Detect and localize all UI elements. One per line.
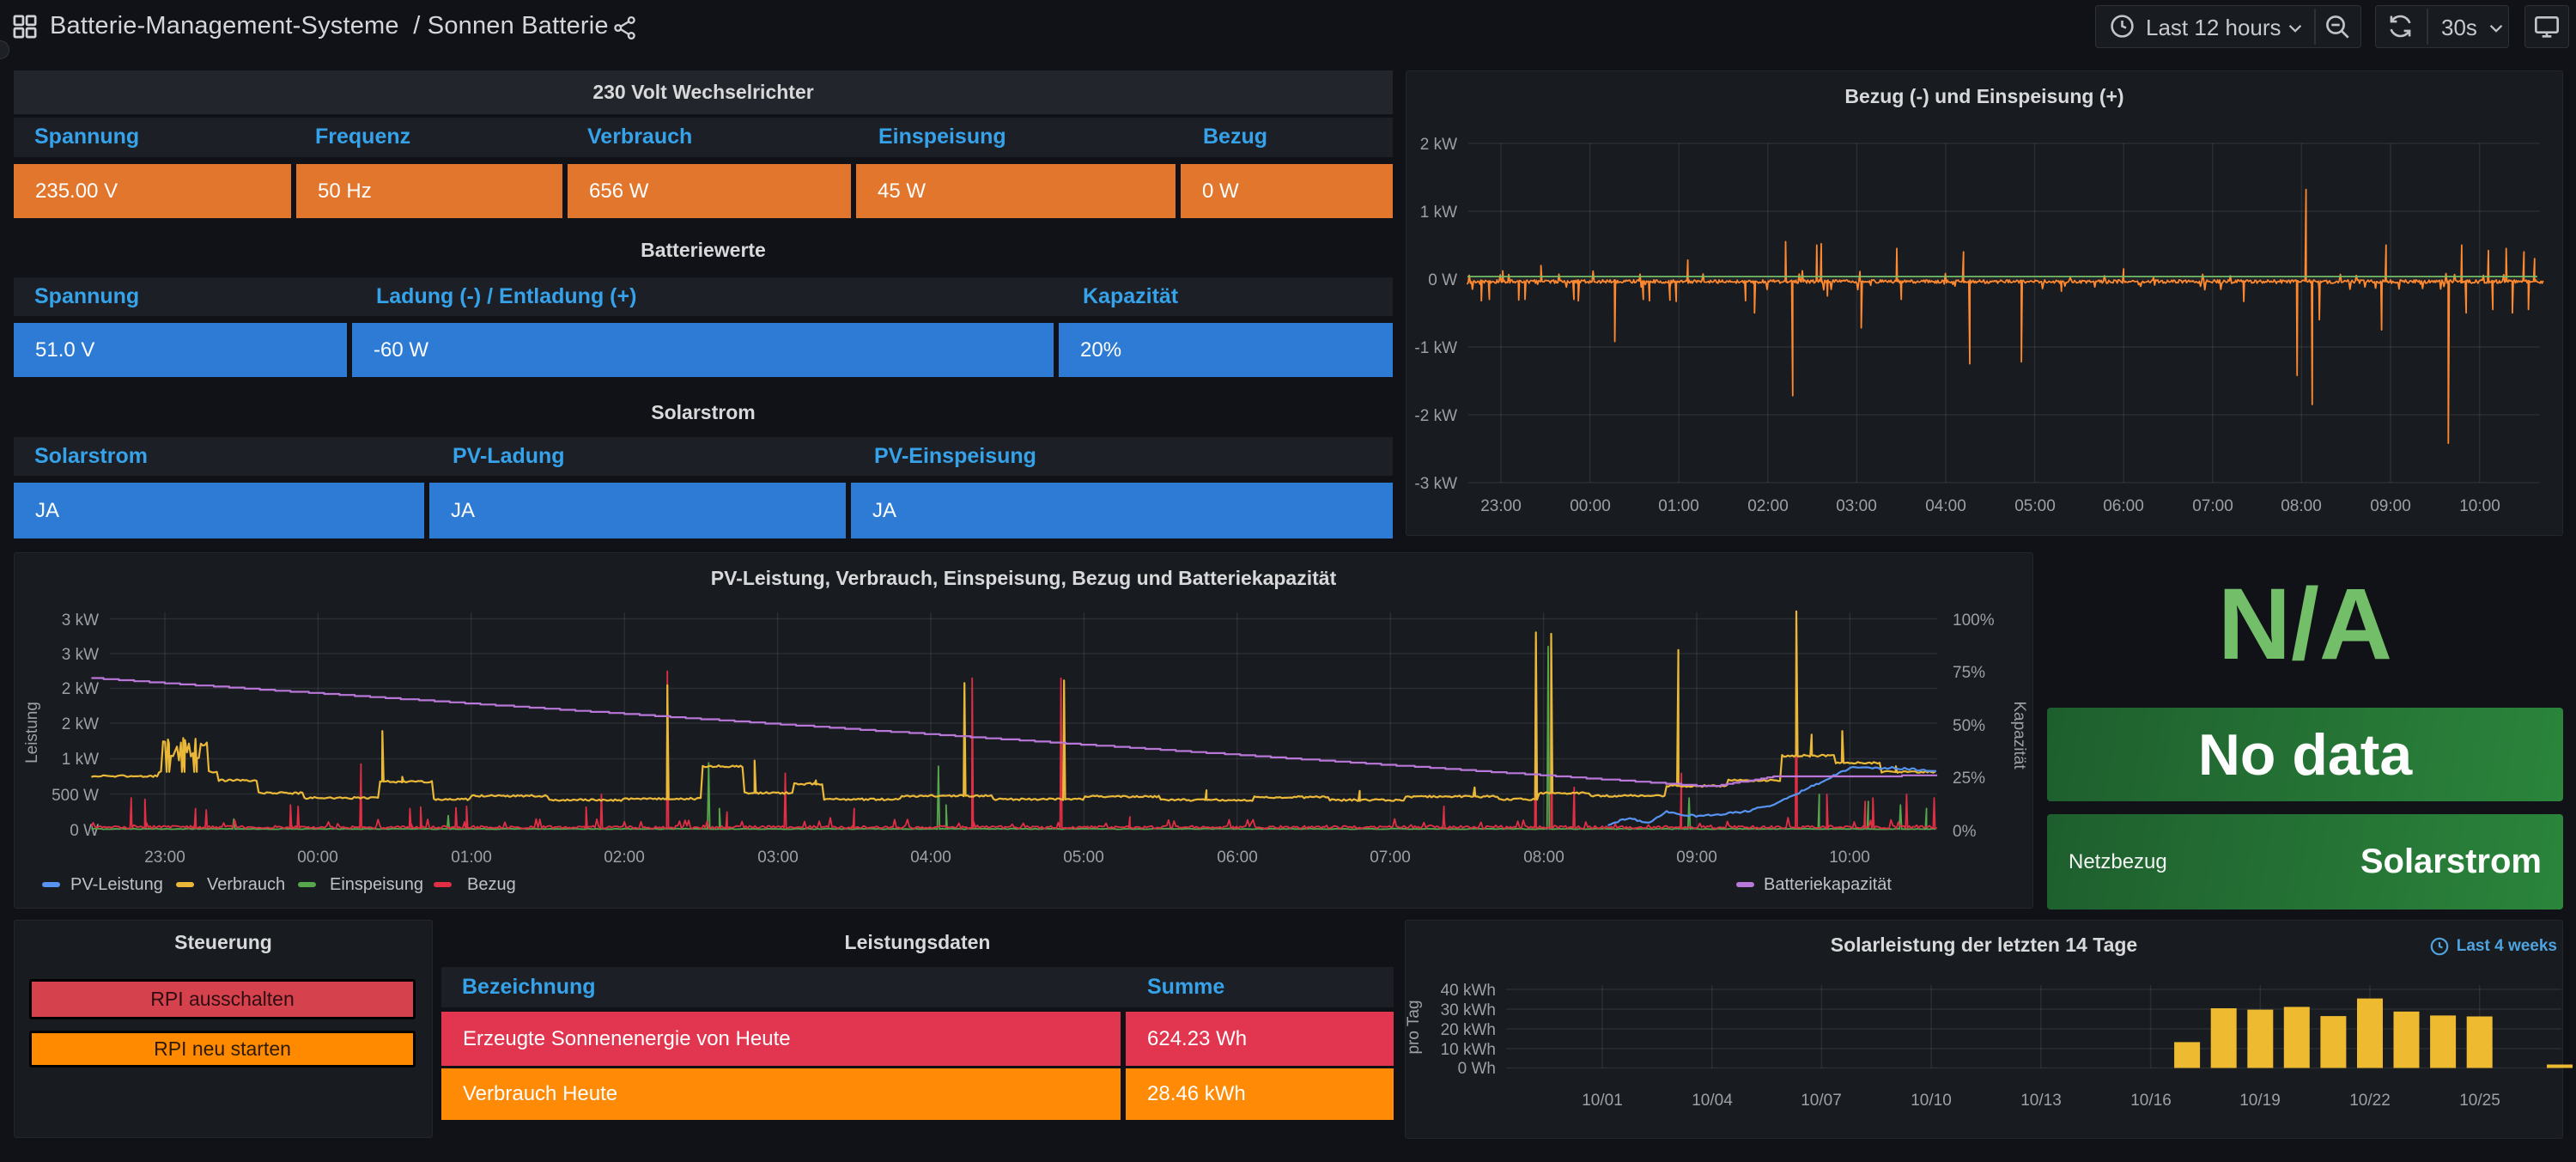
svg-text:30 kWh: 30 kWh [1441,1001,1496,1019]
svg-text:10/22: 10/22 [2349,1092,2391,1110]
svg-text:10/10: 10/10 [1911,1092,1952,1110]
svg-text:20 kWh: 20 kWh [1441,1021,1496,1039]
svg-text:40 kWh: 40 kWh [1441,982,1496,1000]
svg-text:0 Wh: 0 Wh [1458,1060,1496,1078]
svg-text:10/25: 10/25 [2459,1092,2500,1110]
svg-text:pro Tag: pro Tag [1405,1000,1423,1054]
svg-text:10/04: 10/04 [1692,1092,1733,1110]
svg-text:10/13: 10/13 [2020,1092,2062,1110]
svg-text:10/07: 10/07 [1801,1092,1842,1110]
svg-text:10/01: 10/01 [1582,1092,1623,1110]
svg-text:10/19: 10/19 [2239,1092,2281,1110]
svg-text:10 kWh: 10 kWh [1441,1041,1496,1059]
svg-text:10/16: 10/16 [2130,1092,2172,1110]
